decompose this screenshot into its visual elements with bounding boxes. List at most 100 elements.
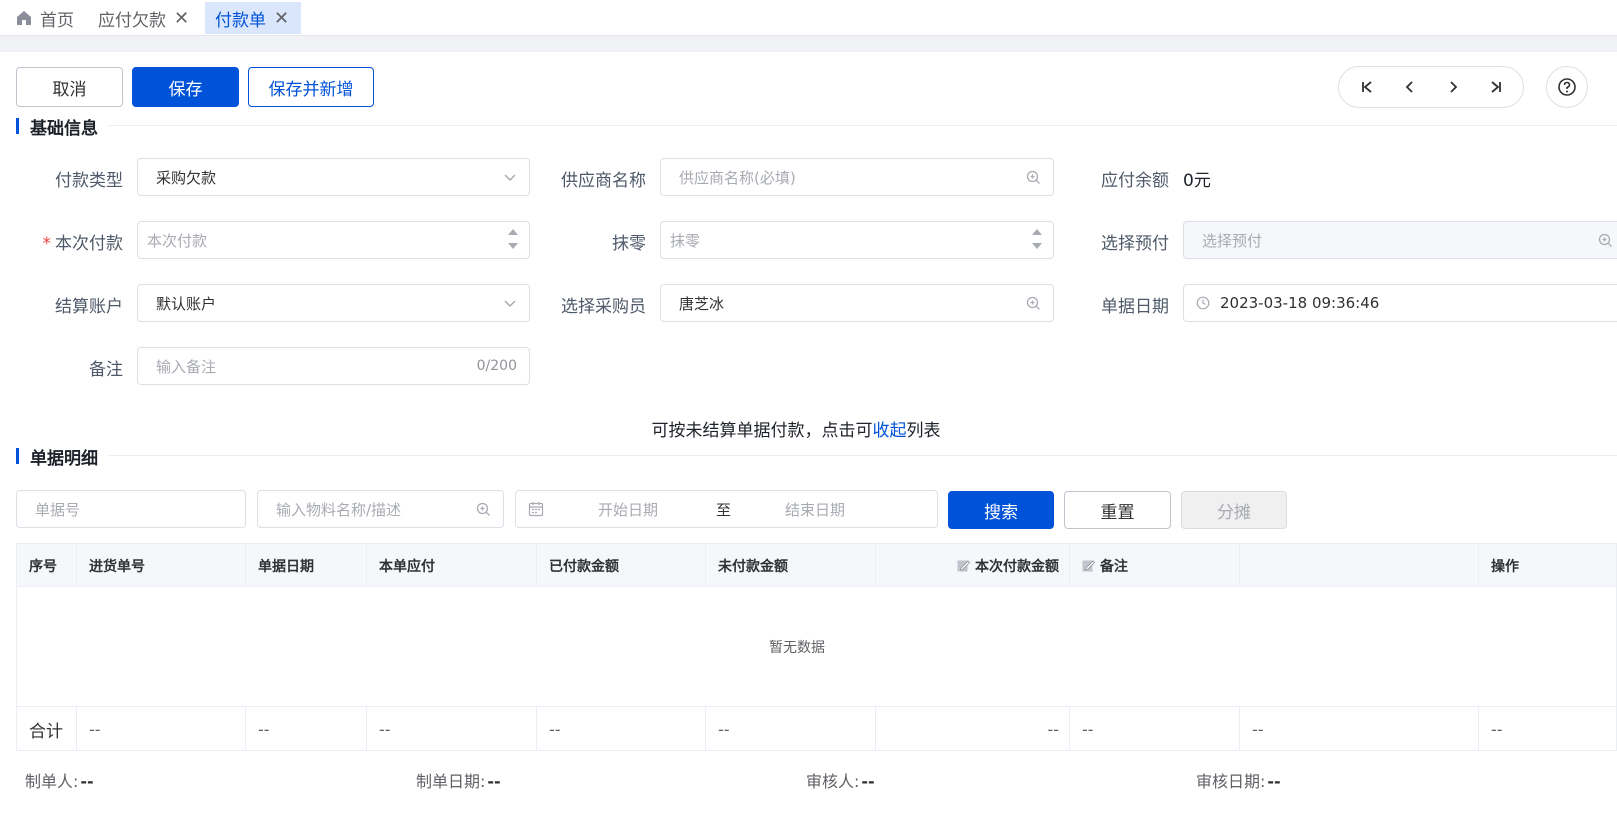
date-range-picker[interactable]: 开始日期 至 结束日期: [515, 490, 938, 528]
summary-cell: --: [706, 707, 876, 751]
chevron-down-icon: [503, 159, 517, 195]
help-button[interactable]: [1546, 66, 1588, 108]
col-paid: 已付款金额: [537, 544, 706, 587]
rounding-label: 抹零: [612, 234, 646, 254]
char-counter: 0/200: [476, 358, 517, 374]
supplier-placeholder: 供应商名称(必填): [679, 168, 796, 187]
summary-label: 合计: [17, 707, 77, 751]
detail-table: 序号 进货单号 单据日期 本单应付 已付款金额 未付款金额 本次付款金额 备注 …: [16, 543, 1617, 751]
number-stepper[interactable]: [507, 228, 519, 250]
tab-payable-debt[interactable]: 应付欠款 ✕: [88, 2, 199, 34]
doc-no-placeholder: 单据号: [35, 500, 81, 519]
search-add-icon[interactable]: [1026, 159, 1041, 195]
buyer-label: 选择采购员: [561, 297, 646, 317]
last-page-icon[interactable]: [1482, 73, 1510, 101]
this-payment-label: * 本次付款: [42, 234, 124, 254]
caret-up-icon[interactable]: [1031, 228, 1043, 236]
section-title-basic: 基础信息: [16, 116, 98, 139]
created-date-info: 制单日期: --: [416, 772, 501, 791]
save-and-new-button[interactable]: 保存并新增: [248, 67, 374, 107]
this-payment-placeholder: 本次付款: [147, 231, 208, 250]
buyer-value: 唐芝冰: [679, 294, 725, 313]
save-button[interactable]: 保存: [132, 67, 239, 107]
help-icon: [1558, 78, 1576, 96]
col-doc-date: 单据日期: [246, 544, 367, 587]
summary-cell: --: [537, 707, 706, 751]
search-add-icon[interactable]: [1598, 222, 1613, 258]
tab-label: 应付欠款: [98, 10, 166, 31]
split-button[interactable]: 分摊: [1181, 491, 1287, 529]
table-header: 序号 进货单号 单据日期 本单应付 已付款金额 未付款金额 本次付款金额 备注 …: [17, 544, 1616, 587]
summary-cell: --: [246, 707, 367, 751]
summary-cell: --: [1491, 719, 1503, 739]
search-button[interactable]: 搜索: [948, 491, 1054, 529]
caret-down-icon[interactable]: [507, 242, 519, 250]
material-placeholder: 输入物料名称/描述: [276, 500, 402, 519]
close-icon[interactable]: ✕: [174, 8, 189, 29]
account-select[interactable]: 默认账户: [137, 284, 530, 322]
caret-down-icon[interactable]: [1031, 242, 1043, 250]
doc-date-value: 2023-03-18 09:36:46: [1220, 294, 1380, 312]
col-this-payment: 本次付款金额: [876, 544, 1070, 587]
collapse-hint: 可按未结算单据付款，点击可收起列表: [651, 421, 941, 441]
select-prepay-label: 选择预付: [1101, 234, 1169, 254]
payable-balance-value: 0元: [1183, 171, 1211, 191]
remark-input[interactable]: 输入备注 0/200: [137, 347, 530, 385]
section-title-detail: 单据明细: [16, 446, 98, 469]
search-add-icon[interactable]: [476, 491, 491, 527]
creator-info: 制单人: --: [25, 772, 94, 791]
col-blank: [1240, 544, 1479, 587]
col-purchase-no: 进货单号: [77, 544, 246, 587]
reset-button[interactable]: 重置: [1064, 491, 1171, 529]
col-index: 序号: [17, 544, 77, 587]
remark-label: 备注: [89, 360, 123, 380]
section-divider: [108, 455, 1617, 456]
caret-up-icon[interactable]: [507, 228, 519, 236]
col-unpaid: 未付款金额: [706, 544, 876, 587]
search-add-icon[interactable]: [1026, 285, 1041, 321]
material-search-input[interactable]: 输入物料名称/描述: [257, 490, 504, 528]
col-actions: 操作: [1491, 558, 1519, 575]
rounding-placeholder: 抹零: [670, 231, 701, 250]
payment-type-label: 付款类型: [55, 171, 123, 191]
prev-page-icon[interactable]: [1396, 73, 1424, 101]
rounding-input[interactable]: 抹零: [660, 221, 1054, 259]
collapse-link[interactable]: 收起: [873, 421, 907, 441]
tab-label: 付款单: [215, 10, 266, 31]
empty-state: 暂无数据: [769, 639, 825, 656]
buyer-input[interactable]: 唐芝冰: [660, 284, 1054, 322]
summary-cell: --: [876, 707, 1070, 751]
number-stepper[interactable]: [1031, 228, 1043, 250]
record-pager: [1338, 66, 1524, 108]
cancel-button[interactable]: 取消: [16, 67, 123, 107]
doc-no-input[interactable]: 单据号: [16, 490, 246, 528]
doc-date-label: 单据日期: [1101, 297, 1169, 317]
calendar-icon: [528, 502, 544, 517]
payable-balance-label: 应付余额: [1101, 171, 1169, 191]
col-payable: 本单应付: [367, 544, 537, 587]
edit-icon: [957, 560, 970, 572]
col-remark: 备注: [1070, 544, 1240, 587]
supplier-input[interactable]: 供应商名称(必填): [660, 158, 1054, 196]
select-prepay-placeholder: 选择预付: [1202, 231, 1263, 250]
close-icon[interactable]: ✕: [274, 8, 289, 29]
account-label: 结算账户: [55, 297, 123, 317]
clock-icon: [1196, 296, 1210, 310]
tab-label: 首页: [40, 10, 74, 31]
next-page-icon[interactable]: [1439, 73, 1467, 101]
doc-date-picker[interactable]: 2023-03-18 09:36:46: [1183, 284, 1617, 322]
remark-placeholder: 输入备注: [156, 357, 217, 376]
tab-home[interactable]: 首页: [6, 2, 84, 34]
this-payment-input[interactable]: 本次付款: [137, 221, 530, 259]
payment-type-select[interactable]: 采购欠款: [137, 158, 530, 196]
audited-date-info: 审核日期: --: [1196, 772, 1281, 791]
section-divider: [108, 125, 1617, 126]
payment-type-value: 采购欠款: [156, 168, 217, 187]
select-prepay-input[interactable]: 选择预付: [1183, 221, 1617, 259]
chevron-down-icon: [503, 285, 517, 321]
account-value: 默认账户: [156, 294, 217, 313]
tab-bar: 首页 应付欠款 ✕ 付款单 ✕: [0, 0, 1617, 36]
required-mark: *: [42, 234, 52, 254]
tab-payment-order[interactable]: 付款单 ✕: [205, 2, 301, 34]
first-page-icon[interactable]: [1353, 73, 1381, 101]
